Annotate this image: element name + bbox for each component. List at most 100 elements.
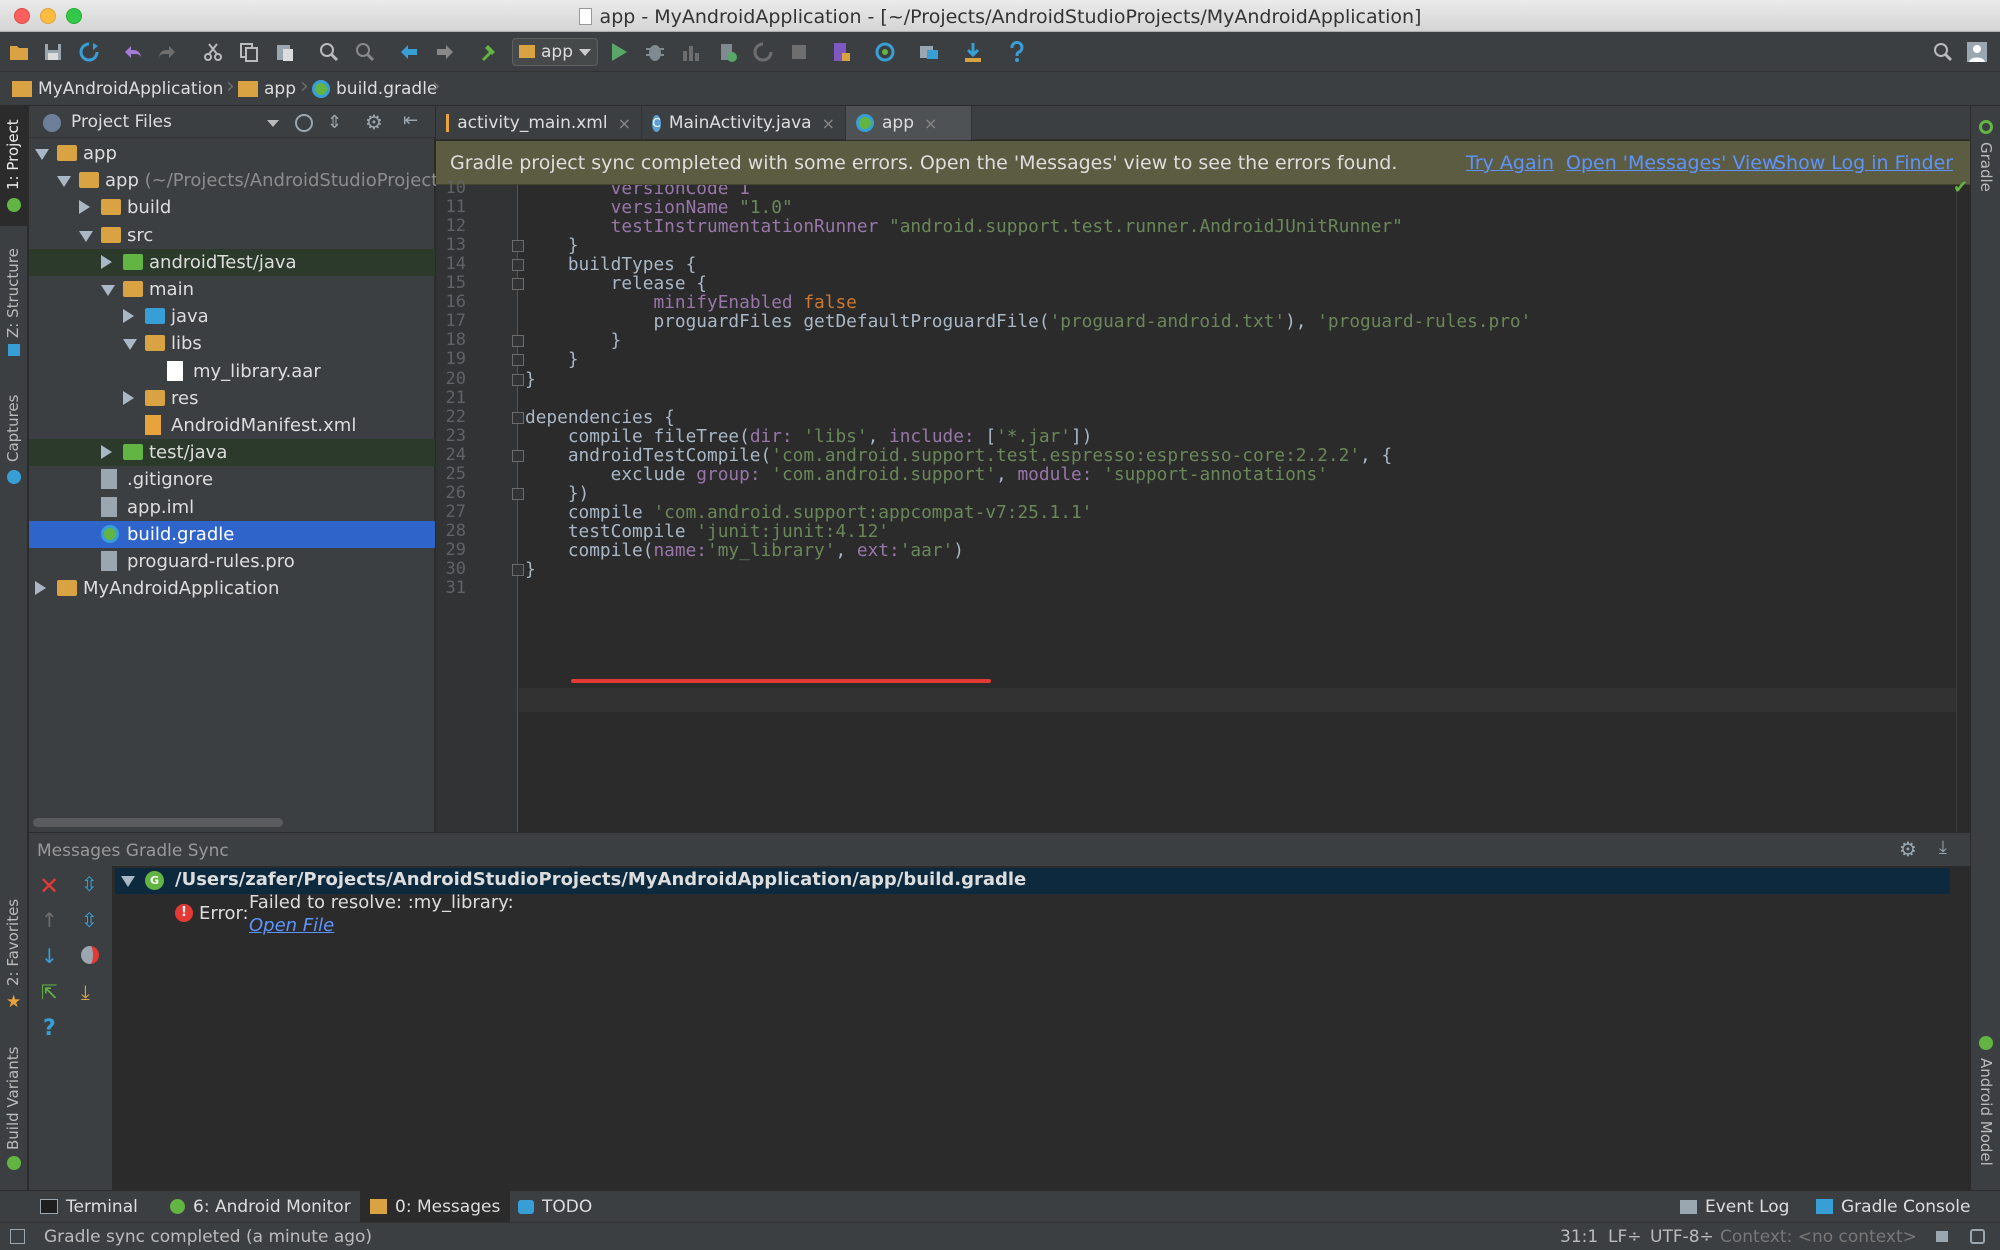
project-view-selector[interactable]: Project Files [71,112,172,132]
help-icon[interactable]: ? [43,1016,56,1041]
find-icon[interactable] [318,41,340,63]
chevron-right-icon[interactable] [79,200,90,215]
hide-panel-icon[interactable]: ⤓ [1939,837,1947,858]
open-file-link[interactable]: Open File [249,915,334,936]
line-separator[interactable]: LF÷ [1608,1227,1642,1247]
editor-scrollbar[interactable]: ✔ [1953,177,1970,832]
tree-item[interactable]: res [29,385,435,412]
chevron-down-icon[interactable] [101,285,115,296]
tool-window-build-variants[interactable]: Build Variants [4,1047,22,1150]
project-structure-icon[interactable] [918,41,940,63]
tool-window-structure[interactable]: Z: Structure [4,248,22,338]
paste-icon[interactable] [274,41,296,63]
tab-activity-main-xml[interactable]: activity_main.xml × [436,106,642,140]
chevron-down-icon[interactable] [123,339,137,351]
redo-icon[interactable] [156,41,178,63]
code-editor[interactable]: versionCode 1 versionName "1.0" testInst… [519,185,1956,832]
tree-item[interactable]: AndroidManifest.xml [29,412,435,439]
stop-icon[interactable] [788,41,810,63]
gradle-sync-icon[interactable] [874,41,896,63]
clear-errors-icon[interactable]: ✕ [39,872,59,900]
tab-messages[interactable]: 0: Messages [360,1191,511,1222]
chevron-right-icon[interactable] [123,390,134,405]
scroll-from-source-icon[interactable] [295,114,313,132]
user-icon[interactable] [1966,41,1988,63]
chevron-down-icon[interactable] [79,230,93,242]
forward-icon[interactable] [434,41,456,63]
undo-icon[interactable] [122,41,144,63]
tree-item[interactable]: MyAndroidApplication [29,575,435,602]
gear-icon[interactable]: ⚙ [365,110,383,134]
tab-terminal[interactable]: Terminal [30,1191,148,1222]
tree-item[interactable]: build.gradle [29,520,435,548]
try-again-link[interactable]: Try Again [1466,152,1554,174]
tool-window-captures[interactable]: Captures [4,395,22,462]
export-icon[interactable]: ⇱ [41,980,58,1004]
tool-window-gradle[interactable]: Gradle [1977,142,1995,192]
tree-item[interactable]: app (~/Projects/AndroidStudioProjects [29,167,448,194]
chevron-down-icon[interactable] [57,176,71,188]
tool-window-project[interactable]: 1: Project [4,119,22,190]
rerun-icon[interactable] [752,41,774,63]
tree-item[interactable]: .gitignore [29,466,435,493]
tree-item[interactable]: build [29,194,435,221]
tree-item[interactable]: test/java [29,439,435,467]
chevron-right-icon[interactable] [35,581,46,596]
close-tab-icon[interactable]: × [822,114,835,133]
horizontal-scrollbar[interactable] [33,818,283,827]
tab-gradle-console[interactable]: Gradle Console [1806,1191,1980,1222]
chevron-down-icon[interactable] [267,120,279,127]
tree-item[interactable]: src [29,222,435,249]
profile-icon[interactable] [680,41,702,63]
breadcrumb-item-file[interactable]: build.gradle [312,79,437,99]
close-tab-icon[interactable]: × [924,114,937,133]
replace-icon[interactable] [354,41,376,63]
chevron-down-icon[interactable] [35,149,49,160]
sdk-manager-icon[interactable] [962,41,984,63]
collapse-all-icon[interactable]: ⇳ [81,908,98,932]
show-warnings-icon[interactable] [81,946,99,964]
chevron-right-icon[interactable] [101,254,112,269]
breadcrumb-item-project[interactable]: MyAndroidApplication [12,79,223,99]
next-message-icon[interactable]: ↓ [41,944,58,968]
status-toggle-icon[interactable] [10,1229,25,1244]
tree-item[interactable]: androidTest/java [29,248,435,276]
run-icon[interactable] [608,41,630,63]
hide-panel-icon[interactable]: ⇤ [403,110,418,131]
file-encoding[interactable]: UTF-8÷ [1650,1227,1714,1247]
search-everywhere-icon[interactable] [1932,41,1954,63]
tab-todo[interactable]: TODO [508,1191,602,1222]
help-icon[interactable] [1006,41,1028,63]
download-icon[interactable]: ⤓ [81,980,90,1004]
tab-event-log[interactable]: Event Log [1670,1191,1799,1222]
tree-item[interactable]: libs [29,330,435,357]
sync-icon[interactable] [78,41,100,63]
cut-icon[interactable] [202,41,224,63]
tool-window-favorites[interactable]: 2: Favorites [4,899,22,986]
run-configuration-select[interactable]: app [512,38,598,66]
gear-icon[interactable]: ⚙ [1899,837,1917,861]
tab-mainactivity-java[interactable]: C MainActivity.java × [642,106,846,140]
tree-item[interactable]: proguard-rules.pro [29,548,435,575]
avd-manager-icon[interactable] [830,41,852,63]
tree-item[interactable]: app [29,140,435,167]
tree-item[interactable]: my_library.aar [29,358,435,385]
back-icon[interactable] [398,41,420,63]
save-all-icon[interactable] [42,41,64,63]
make-project-icon[interactable] [478,41,500,63]
tab-android-monitor[interactable]: 6: Android Monitor [160,1191,361,1222]
previous-message-icon[interactable]: ↑ [41,908,58,932]
attach-debugger-icon[interactable] [716,41,738,63]
tree-item[interactable]: java [29,303,435,330]
open-folder-icon[interactable] [8,41,30,63]
copy-icon[interactable] [238,41,260,63]
expand-all-icon[interactable]: ⇳ [81,872,98,896]
collapse-all-icon[interactable]: ⇕ [327,112,342,133]
status-message[interactable]: Gradle sync completed (a minute ago) [44,1227,372,1247]
lock-icon[interactable] [1936,1231,1948,1242]
debug-icon[interactable] [644,41,666,63]
breadcrumb-item-module[interactable]: app [238,79,296,99]
tool-window-android-model[interactable]: Android Model [1977,1058,1995,1166]
notifications-icon[interactable] [1970,1229,1985,1244]
chevron-right-icon[interactable] [101,445,112,460]
